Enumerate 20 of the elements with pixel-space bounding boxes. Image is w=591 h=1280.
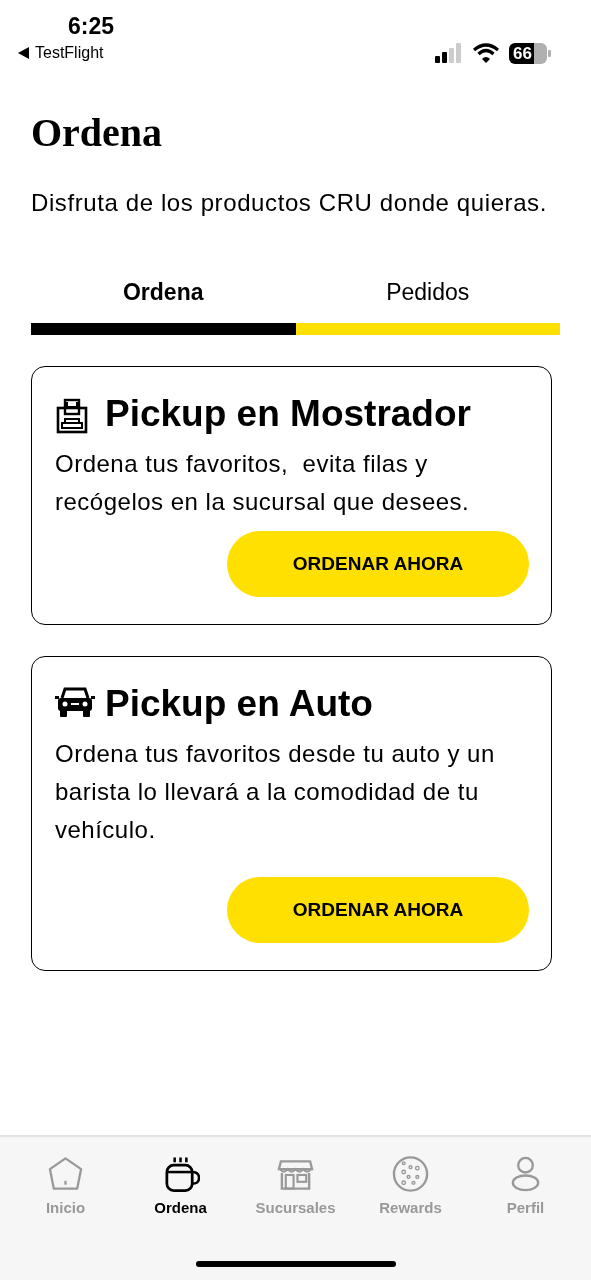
tab[interactable]: Ordena bbox=[31, 265, 296, 335]
home-icon bbox=[46, 1155, 85, 1193]
clock-time: 6:25 bbox=[68, 12, 115, 40]
page-subtitle: Disfruta de los productos CRU donde quieras. bbox=[31, 188, 548, 218]
battery-level: 66 bbox=[509, 42, 547, 64]
back-link[interactable]: TestFlight bbox=[35, 44, 104, 62]
cookie-icon bbox=[391, 1155, 430, 1193]
back-arrow-icon bbox=[18, 47, 29, 59]
card-title: Pickup en Mostrador bbox=[105, 392, 471, 436]
card-description: Ordena tus favoritos desde tu auto y un barista lo llevará a la comodidad de tu vehículo. bbox=[55, 739, 496, 845]
tab[interactable]: Pedidos bbox=[295, 265, 560, 335]
page-title: Ordena bbox=[31, 109, 164, 157]
nav-tab[interactable]: Ordena bbox=[123, 1155, 238, 1216]
order-now-button[interactable]: ORDENAR AHORA bbox=[227, 877, 529, 943]
signal-icon bbox=[435, 43, 463, 63]
battery-tip-icon bbox=[548, 49, 551, 57]
card-title: Pickup en Auto bbox=[105, 682, 373, 726]
card-description: Ordena tus favoritos, evita filas y recógelos en la sucursal que desees. bbox=[55, 449, 471, 517]
wifi-icon bbox=[473, 43, 499, 63]
order-now-button[interactable]: ORDENAR AHORA bbox=[227, 531, 529, 597]
